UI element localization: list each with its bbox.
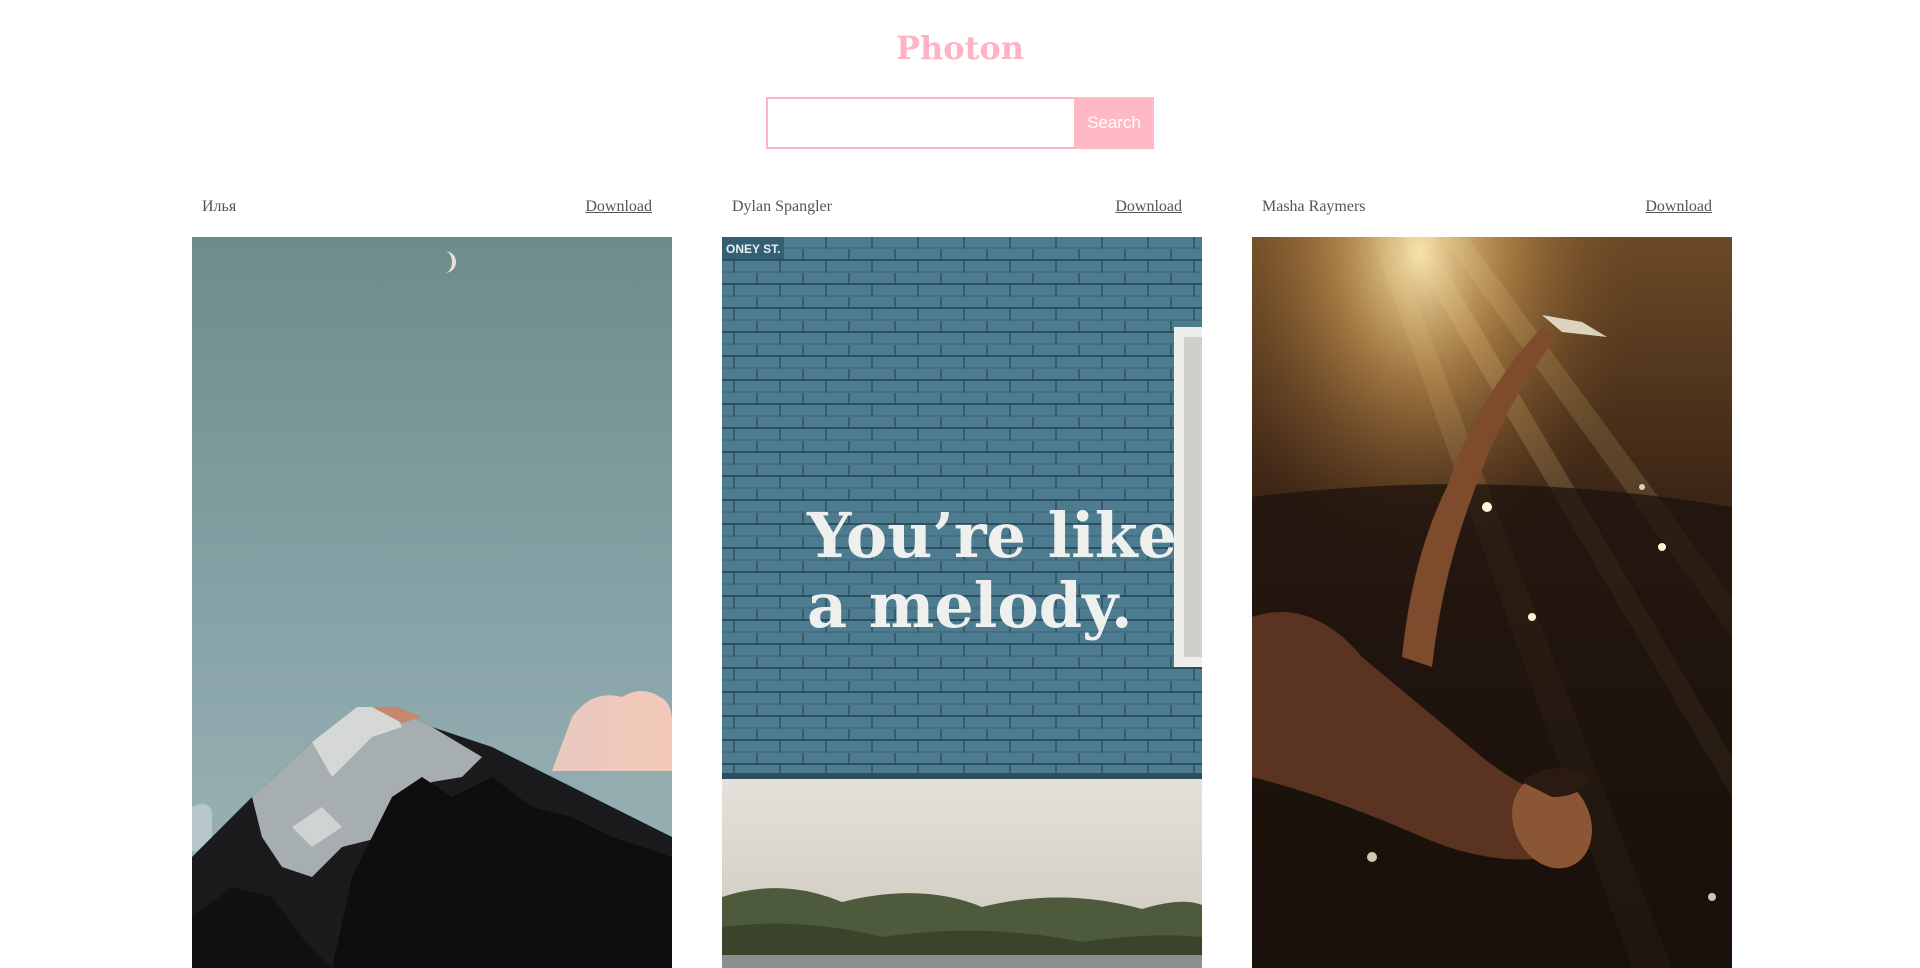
download-link[interactable]: Download (1645, 198, 1712, 216)
photo-author: Dylan Spangler (732, 198, 832, 215)
photo-card: Masha Raymers Download (1252, 190, 1732, 968)
photo-card: Илья Download (192, 190, 672, 968)
search-button[interactable]: Search (1074, 97, 1154, 149)
download-link[interactable]: Download (585, 198, 652, 216)
photo-card-header: Masha Raymers Download (1252, 190, 1732, 224)
photo-image[interactable]: ONEY ST. You’re like a melody. (722, 237, 1202, 968)
photo-card-header: Dylan Spangler Download (722, 190, 1202, 224)
photo-author: Masha Raymers (1262, 198, 1366, 215)
mural-text-line-1: You’re like (806, 499, 1177, 572)
photo-card: Dylan Spangler Download ONEY ST. You’re … (722, 190, 1202, 968)
site-logo[interactable]: Photon (0, 26, 1920, 70)
street-sign-text: ONEY ST. (726, 242, 780, 256)
search-form: Search (766, 97, 1154, 149)
photo-author: Илья (202, 198, 237, 215)
search-input[interactable] (766, 97, 1074, 149)
photo-card-header: Илья Download (192, 190, 672, 224)
mural-text-line-2: a melody. (807, 569, 1133, 642)
woman-sunlight-photo (1252, 237, 1732, 968)
mountain-photo (192, 237, 672, 968)
download-link[interactable]: Download (1115, 198, 1182, 216)
brick-wall-photo: ONEY ST. You’re like a melody. (722, 237, 1202, 968)
photo-image[interactable] (1252, 237, 1732, 968)
photo-image[interactable] (192, 237, 672, 968)
photo-gallery: Илья Download Dylan Spangler Download ON… (192, 190, 1732, 968)
